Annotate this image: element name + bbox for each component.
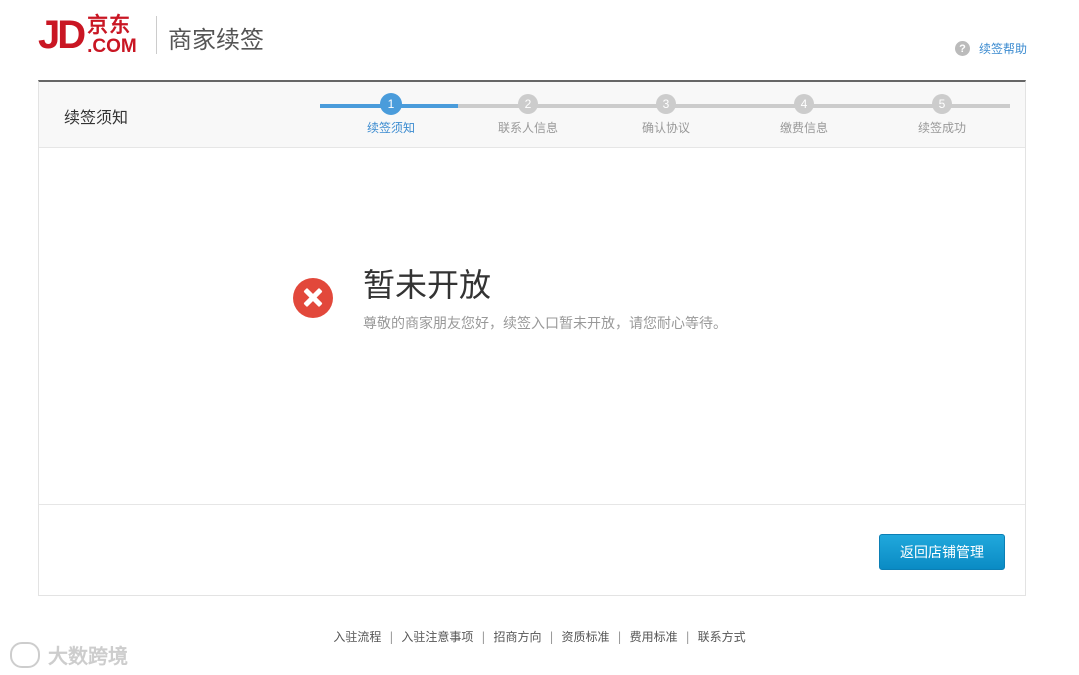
footer-link-qualification[interactable]: 资质标准 [562, 630, 610, 644]
watermark-logo-icon [10, 641, 40, 668]
step-label: 联系人信息 [497, 121, 558, 135]
renewal-panel: 续签须知 1 续签须知 2 联系人信息 3 确认协议 4 缴费信息 5 续签成功… [38, 80, 1026, 596]
message-title: 暂未开放 [363, 266, 492, 304]
step-label: 确认协议 [641, 121, 690, 135]
message-description: 尊敬的商家朋友您好，续签入口暂未开放，请您耐心等待。 [363, 316, 727, 332]
back-to-store-button[interactable]: 返回店铺管理 [879, 534, 1005, 570]
step-label: 缴费信息 [779, 121, 828, 135]
logo-cn-text: 京东 [87, 12, 132, 37]
step-number: 2 [518, 94, 538, 114]
watermark: 大数跨境 [10, 640, 128, 669]
step-number: 5 [932, 94, 952, 114]
step-5: 5 续签成功 [892, 94, 992, 136]
step-3: 3 确认协议 [616, 94, 716, 136]
footer-link-process[interactable]: 入驻流程 [333, 630, 381, 644]
logo-jd-text: JD [38, 13, 86, 57]
error-x-icon [293, 278, 333, 318]
footer-link-direction[interactable]: 招商方向 [493, 630, 541, 644]
help-label: 续签帮助 [978, 42, 1027, 56]
watermark-text: 大数跨境 [48, 644, 128, 668]
footer-link-fees[interactable]: 费用标准 [630, 630, 678, 644]
footer-links: 入驻流程 | 入驻注意事项 | 招商方向 | 资质标准 | 费用标准 | 联系方式 [0, 628, 1079, 645]
page-title: 商家续签 [168, 26, 264, 54]
footer-separator: | [685, 630, 690, 644]
question-circle-icon: ? [954, 41, 970, 56]
step-4: 4 缴费信息 [754, 94, 854, 136]
step-label: 续签须知 [366, 121, 415, 135]
message-area: 暂未开放 尊敬的商家朋友您好，续签入口暂未开放，请您耐心等待。 [39, 148, 1025, 505]
steps-title: 续签须知 [64, 108, 129, 127]
step-label: 续签成功 [917, 121, 966, 135]
footer-separator: | [617, 630, 622, 644]
step-2: 2 联系人信息 [478, 94, 578, 136]
footer-link-notes[interactable]: 入驻注意事项 [401, 630, 473, 644]
jd-logo[interactable]: JD 京东 .COM [38, 14, 137, 56]
step-number: 3 [656, 94, 676, 114]
help-link[interactable]: ? 续签帮助 [954, 40, 1027, 57]
logo-com-text: .COM [87, 35, 137, 57]
footer-link-contact[interactable]: 联系方式 [698, 630, 746, 644]
steps-bar: 续签须知 1 续签须知 2 联系人信息 3 确认协议 4 缴费信息 5 续签成功 [39, 82, 1025, 148]
footer-separator: | [549, 630, 554, 644]
step-number: 4 [794, 94, 814, 114]
footer-separator: | [389, 630, 394, 644]
step-1: 1 续签须知 [341, 93, 441, 136]
footer-separator: | [481, 630, 486, 644]
step-number: 1 [380, 93, 402, 115]
header-divider [156, 16, 157, 54]
